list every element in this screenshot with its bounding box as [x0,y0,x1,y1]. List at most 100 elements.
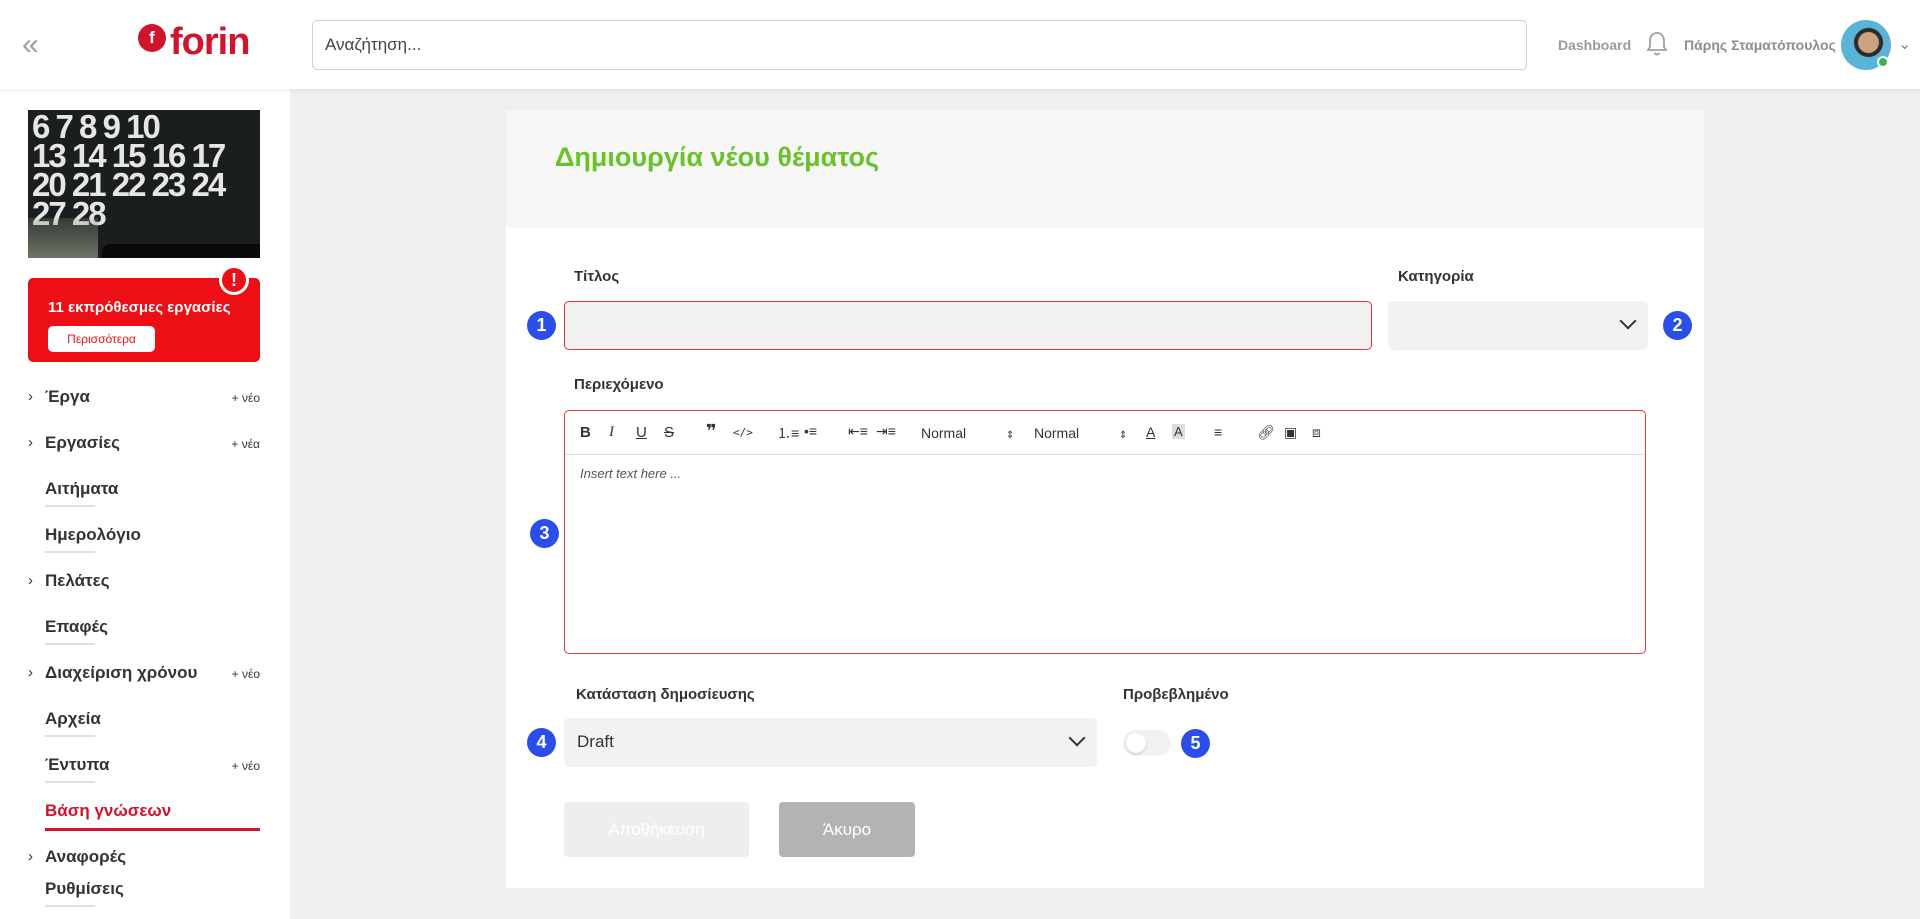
overdue-tasks-text: 11 εκπρόθεσμες εργασίες [48,299,231,316]
sidebar-item-settings[interactable]: Ρυθμίσεις [28,877,260,911]
sidebar-item-label: Ρυθμίσεις [45,879,124,898]
sidebar-item-label: Επαφές [45,617,109,636]
card-header: Δημιουργία νέου θέματος [506,110,1704,228]
bullet-list-icon[interactable]: •≡ [804,423,817,439]
select-arrows-icon: ⇕ [1119,430,1128,441]
strikethrough-icon[interactable]: S [664,424,674,441]
new-form-link[interactable]: + νέο [232,759,260,773]
title-input[interactable] [564,301,1372,350]
header-format-select[interactable]: Normal ⇕ [921,425,1014,441]
sidebar-item-tasks[interactable]: › Εργασίες + νέα [28,431,260,465]
video-icon[interactable]: ⧈ [1312,424,1321,441]
chevron-down-icon [1068,729,1086,747]
category-label: Κατηγορία [1398,268,1474,285]
sidebar: 6 7 8 9 10 13 14 15 16 17 20 21 22 23 24… [0,89,290,919]
marker-4: 4 [527,728,556,757]
sidebar-item-label: Ημερολόγιο [45,525,141,544]
chevron-right-icon: › [28,664,33,681]
marker-2: 2 [1663,311,1692,340]
logo-mark: f [138,24,166,52]
user-name[interactable]: Πάρης Σταματόπουλος [1684,37,1836,53]
marker-3: 3 [530,519,559,548]
logo[interactable]: f forin [138,21,250,63]
more-button[interactable]: Περισσότερα [48,326,155,352]
sidebar-item-requests[interactable]: Αιτήματα [28,477,260,511]
sidebar-item-label: Εργασίες [45,433,121,452]
sidebar-item-contacts[interactable]: Επαφές [28,615,260,649]
sidebar-item-forms[interactable]: Έντυπα + νέο [28,753,260,787]
sidebar-item-knowledge-base[interactable]: Βάση γνώσεων [28,799,260,833]
sidebar-item-label: Αιτήματα [45,479,119,498]
link-icon[interactable]: 🔗︎ [1257,424,1275,441]
featured-label: Προβεβλημένο [1123,686,1229,703]
outdent-icon[interactable]: ⇤≡ [848,423,868,440]
chevron-right-icon: › [28,572,33,589]
cancel-button[interactable]: Άκυρο [779,802,915,857]
chevron-right-icon: › [28,388,33,405]
marker-5: 5 [1181,729,1210,758]
calendar-image-numbers: 6 7 8 9 10 13 14 15 16 17 20 21 22 23 24… [32,110,226,232]
sidebar-item-label: Έργα [45,387,90,406]
plant-decoration [28,218,98,258]
sidebar-item-underline [45,905,95,907]
size-format-select[interactable]: Normal ⇕ [1034,425,1127,441]
active-item-underline [45,828,260,831]
new-topic-card: Δημιουργία νέου θέματος Τίτλος Κατηγορία… [506,110,1704,888]
title-label: Τίτλος [574,268,620,285]
page-title: Δημιουργία νέου θέματος [555,142,880,172]
calendar-image: 6 7 8 9 10 13 14 15 16 17 20 21 22 23 24… [28,110,260,258]
save-button[interactable]: Αποθήκευση [564,802,749,857]
editor-toolbar: B I U S ❞ </> ⒈≡ •≡ ⇤≡ ⇥≡ Normal ⇕ Norma… [565,411,1645,455]
chevron-down-icon [1619,312,1637,330]
sidebar-item-underline [45,551,95,553]
new-task-link[interactable]: + νέα [231,437,260,451]
underline-icon[interactable]: U [636,424,647,441]
sidebar-item-label: Αναφορές [45,847,127,866]
indent-icon[interactable]: ⇥≡ [876,423,896,440]
sidebar-item-underline [45,643,95,645]
size-format-value: Normal [1034,425,1080,441]
bell-icon[interactable] [1645,30,1669,58]
dashboard-link[interactable]: Dashboard [1558,37,1631,53]
toggle-knob [1126,733,1146,753]
background-color-icon[interactable]: A [1172,424,1185,439]
bold-icon[interactable]: B [580,424,591,441]
online-status-icon [1877,56,1889,68]
code-icon[interactable]: </> [733,426,753,439]
sidebar-item-underline [45,505,95,507]
blockquote-icon[interactable]: ❞ [706,421,717,442]
sidebar-item-calendar[interactable]: Ημερολόγιο [28,523,260,557]
sidebar-item-underline [45,735,95,737]
collapse-sidebar-icon[interactable]: « [22,30,39,60]
device-edge-decoration [102,244,260,258]
sidebar-item-clients[interactable]: › Πελάτες [28,569,260,603]
align-icon[interactable]: ≡ [1214,424,1222,440]
sidebar-item-label: Διαχείριση χρόνου [45,663,198,682]
sidebar-item-files[interactable]: Αρχεία [28,707,260,741]
top-header: « f forin Dashboard Πάρης Σταματόπουλος … [0,0,1920,89]
sidebar-item-reports[interactable]: › Αναφορές [28,845,260,879]
logo-text: forin [170,21,250,63]
new-project-link[interactable]: + νέο [232,391,260,405]
sidebar-item-label: Πελάτες [45,571,110,590]
sidebar-item-time-management[interactable]: › Διαχείριση χρόνου + νέο [28,661,260,695]
content-editor[interactable]: B I U S ❞ </> ⒈≡ •≡ ⇤≡ ⇥≡ Normal ⇕ Norma… [564,410,1646,654]
chevron-right-icon: › [28,434,33,451]
sidebar-item-projects[interactable]: › Έργα + νέο [28,385,260,419]
italic-icon[interactable]: I [609,424,614,441]
chevron-down-icon[interactable]: ⌄ [1898,34,1911,54]
new-time-entry-link[interactable]: + νέο [232,667,260,681]
editor-placeholder: Insert text here ... [580,466,682,481]
featured-toggle[interactable] [1123,730,1171,756]
publish-status-select[interactable]: Draft [564,718,1097,767]
chevron-right-icon: › [28,848,33,865]
category-select[interactable] [1388,301,1648,350]
ordered-list-icon[interactable]: ⒈≡ [777,423,799,443]
search-input[interactable] [312,20,1527,70]
sidebar-item-underline [45,781,95,783]
marker-1: 1 [527,311,556,340]
sidebar-item-label: Έντυπα [45,755,110,774]
alert-icon: ! [219,265,249,295]
font-color-icon[interactable]: A [1146,424,1155,440]
image-icon[interactable]: ▣ [1284,424,1297,441]
